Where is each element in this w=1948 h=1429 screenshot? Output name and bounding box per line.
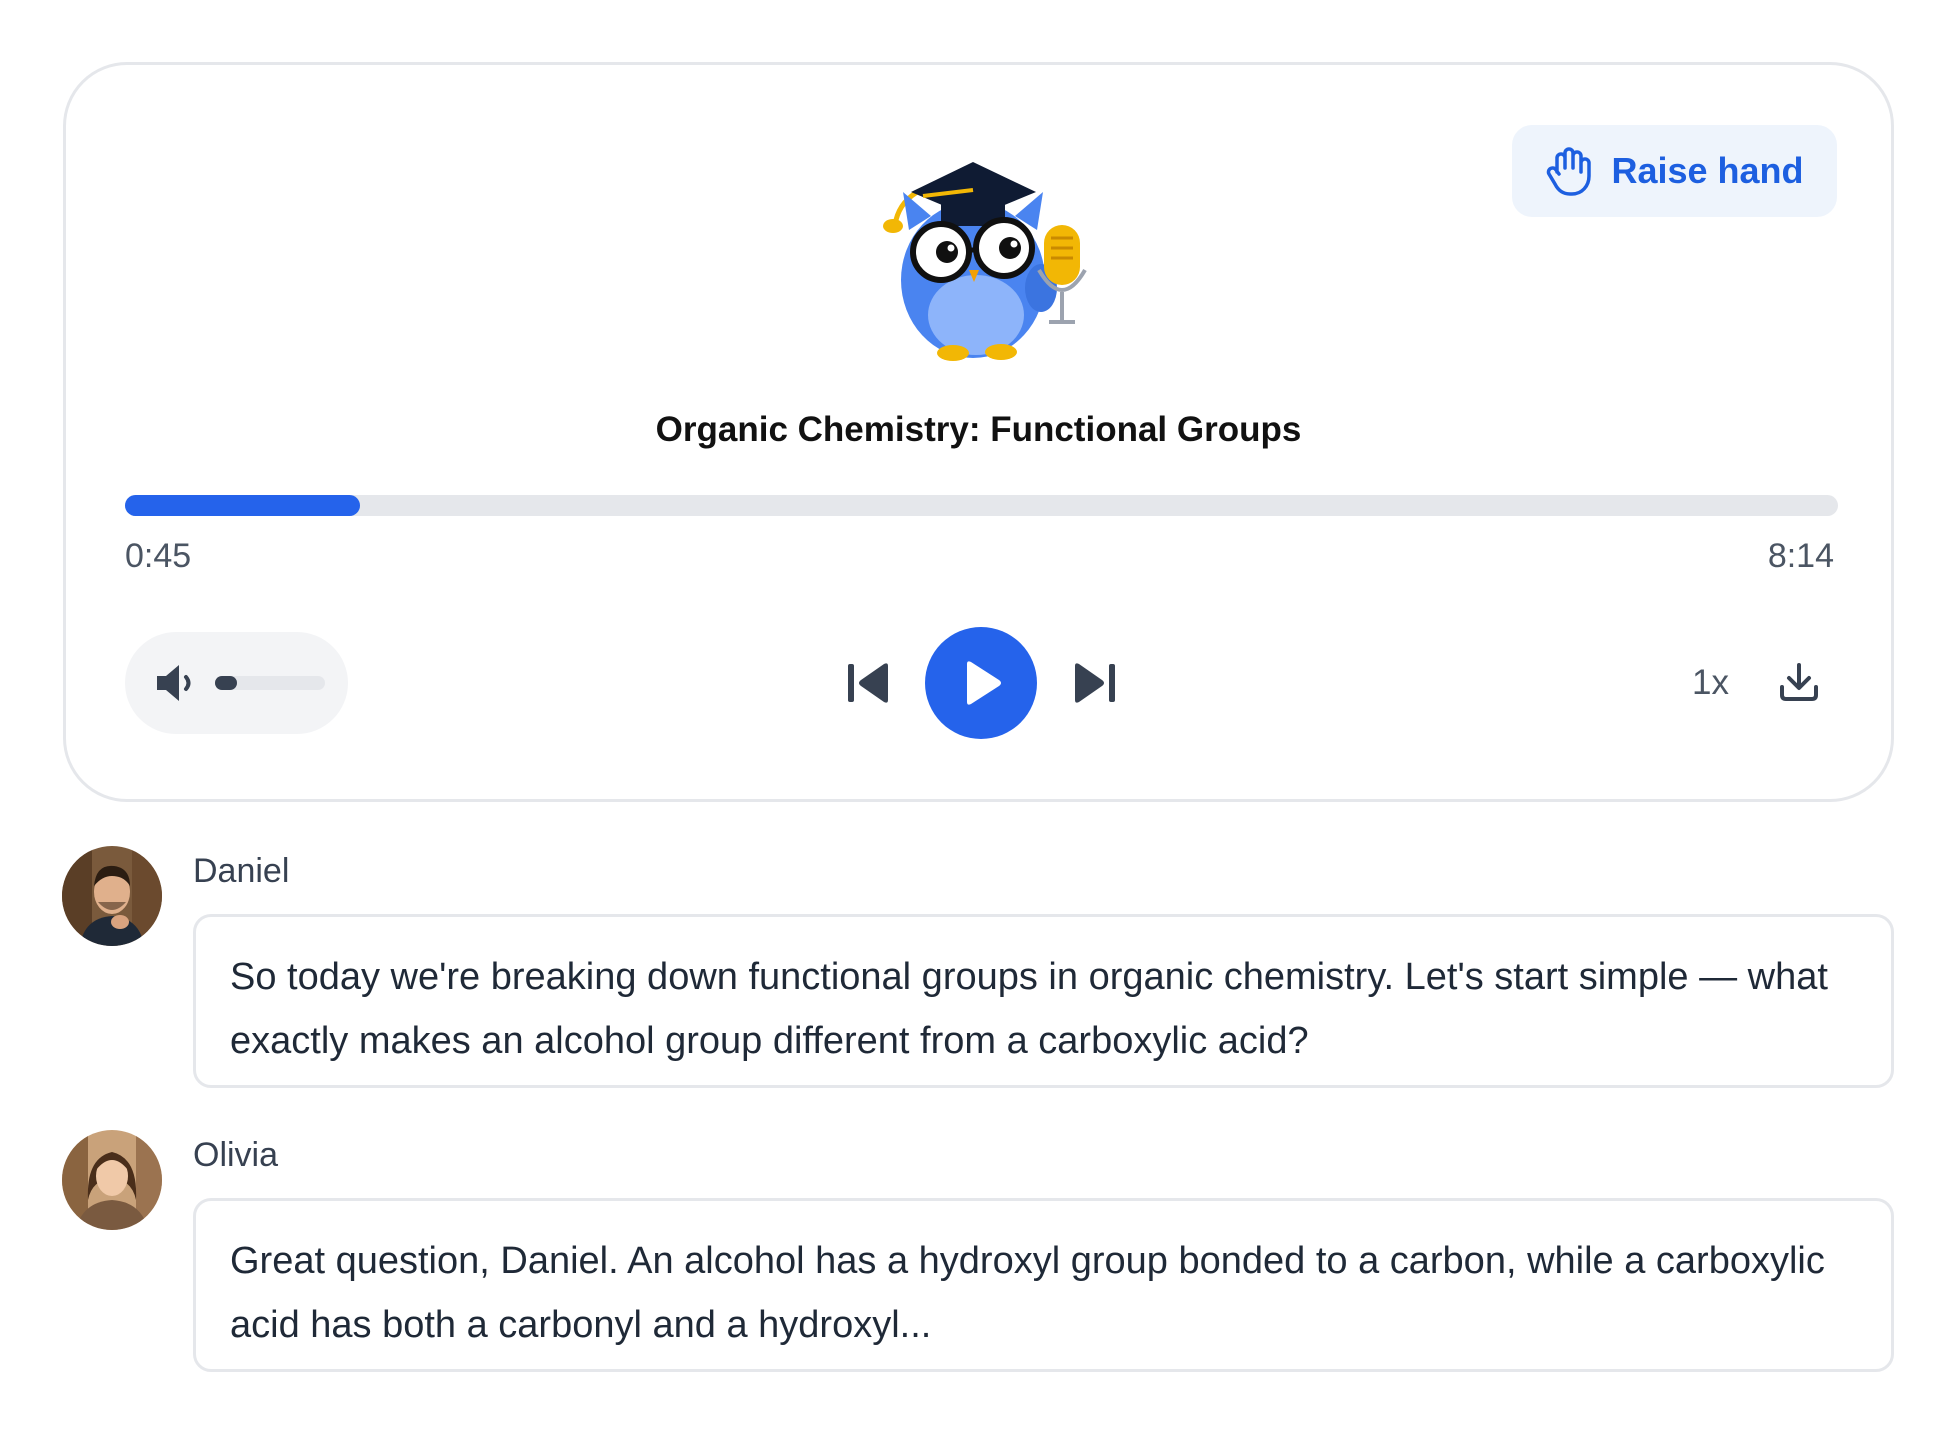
- current-time: 0:45: [125, 537, 192, 575]
- raise-hand-button[interactable]: Raise hand: [1512, 125, 1837, 217]
- podcast-player: Raise hand Organic Chemistry: Functional…: [63, 62, 1894, 802]
- speaker-name: Daniel: [193, 852, 290, 890]
- playback-speed-button[interactable]: 1x: [1692, 663, 1729, 703]
- volume-control: [125, 632, 348, 734]
- skip-back-button[interactable]: [841, 655, 897, 711]
- progress-bar[interactable]: [125, 495, 1838, 516]
- transcript-message: Daniel So today we're breaking down func…: [62, 846, 1894, 1091]
- raise-hand-label: Raise hand: [1611, 150, 1804, 191]
- play-icon: [967, 661, 1001, 705]
- avatar: [62, 1130, 162, 1230]
- episode-title: Organic Chemistry: Functional Groups: [655, 410, 1302, 449]
- transcript-message: Olivia Great question, Daniel. An alcoho…: [62, 1130, 1894, 1375]
- hand-icon: [1547, 147, 1592, 196]
- skip-forward-icon: [1075, 663, 1115, 703]
- owl-mascot-icon: [883, 162, 1087, 361]
- play-button[interactable]: [925, 627, 1037, 739]
- message-bubble: Great question, Daniel. An alcohol has a…: [193, 1198, 1894, 1372]
- message-bubble: So today we're breaking down functional …: [193, 914, 1894, 1088]
- skip-back-icon: [848, 663, 888, 703]
- skip-forward-button[interactable]: [1066, 655, 1122, 711]
- download-button[interactable]: [1773, 656, 1825, 708]
- download-icon: [1780, 663, 1818, 701]
- avatar: [62, 846, 162, 946]
- volume-slider[interactable]: [215, 676, 325, 690]
- total-time: 8:14: [1767, 537, 1834, 575]
- volume-icon[interactable]: [153, 659, 201, 707]
- progress-fill: [125, 495, 360, 516]
- speaker-name: Olivia: [193, 1136, 279, 1174]
- volume-slider-fill: [215, 676, 237, 690]
